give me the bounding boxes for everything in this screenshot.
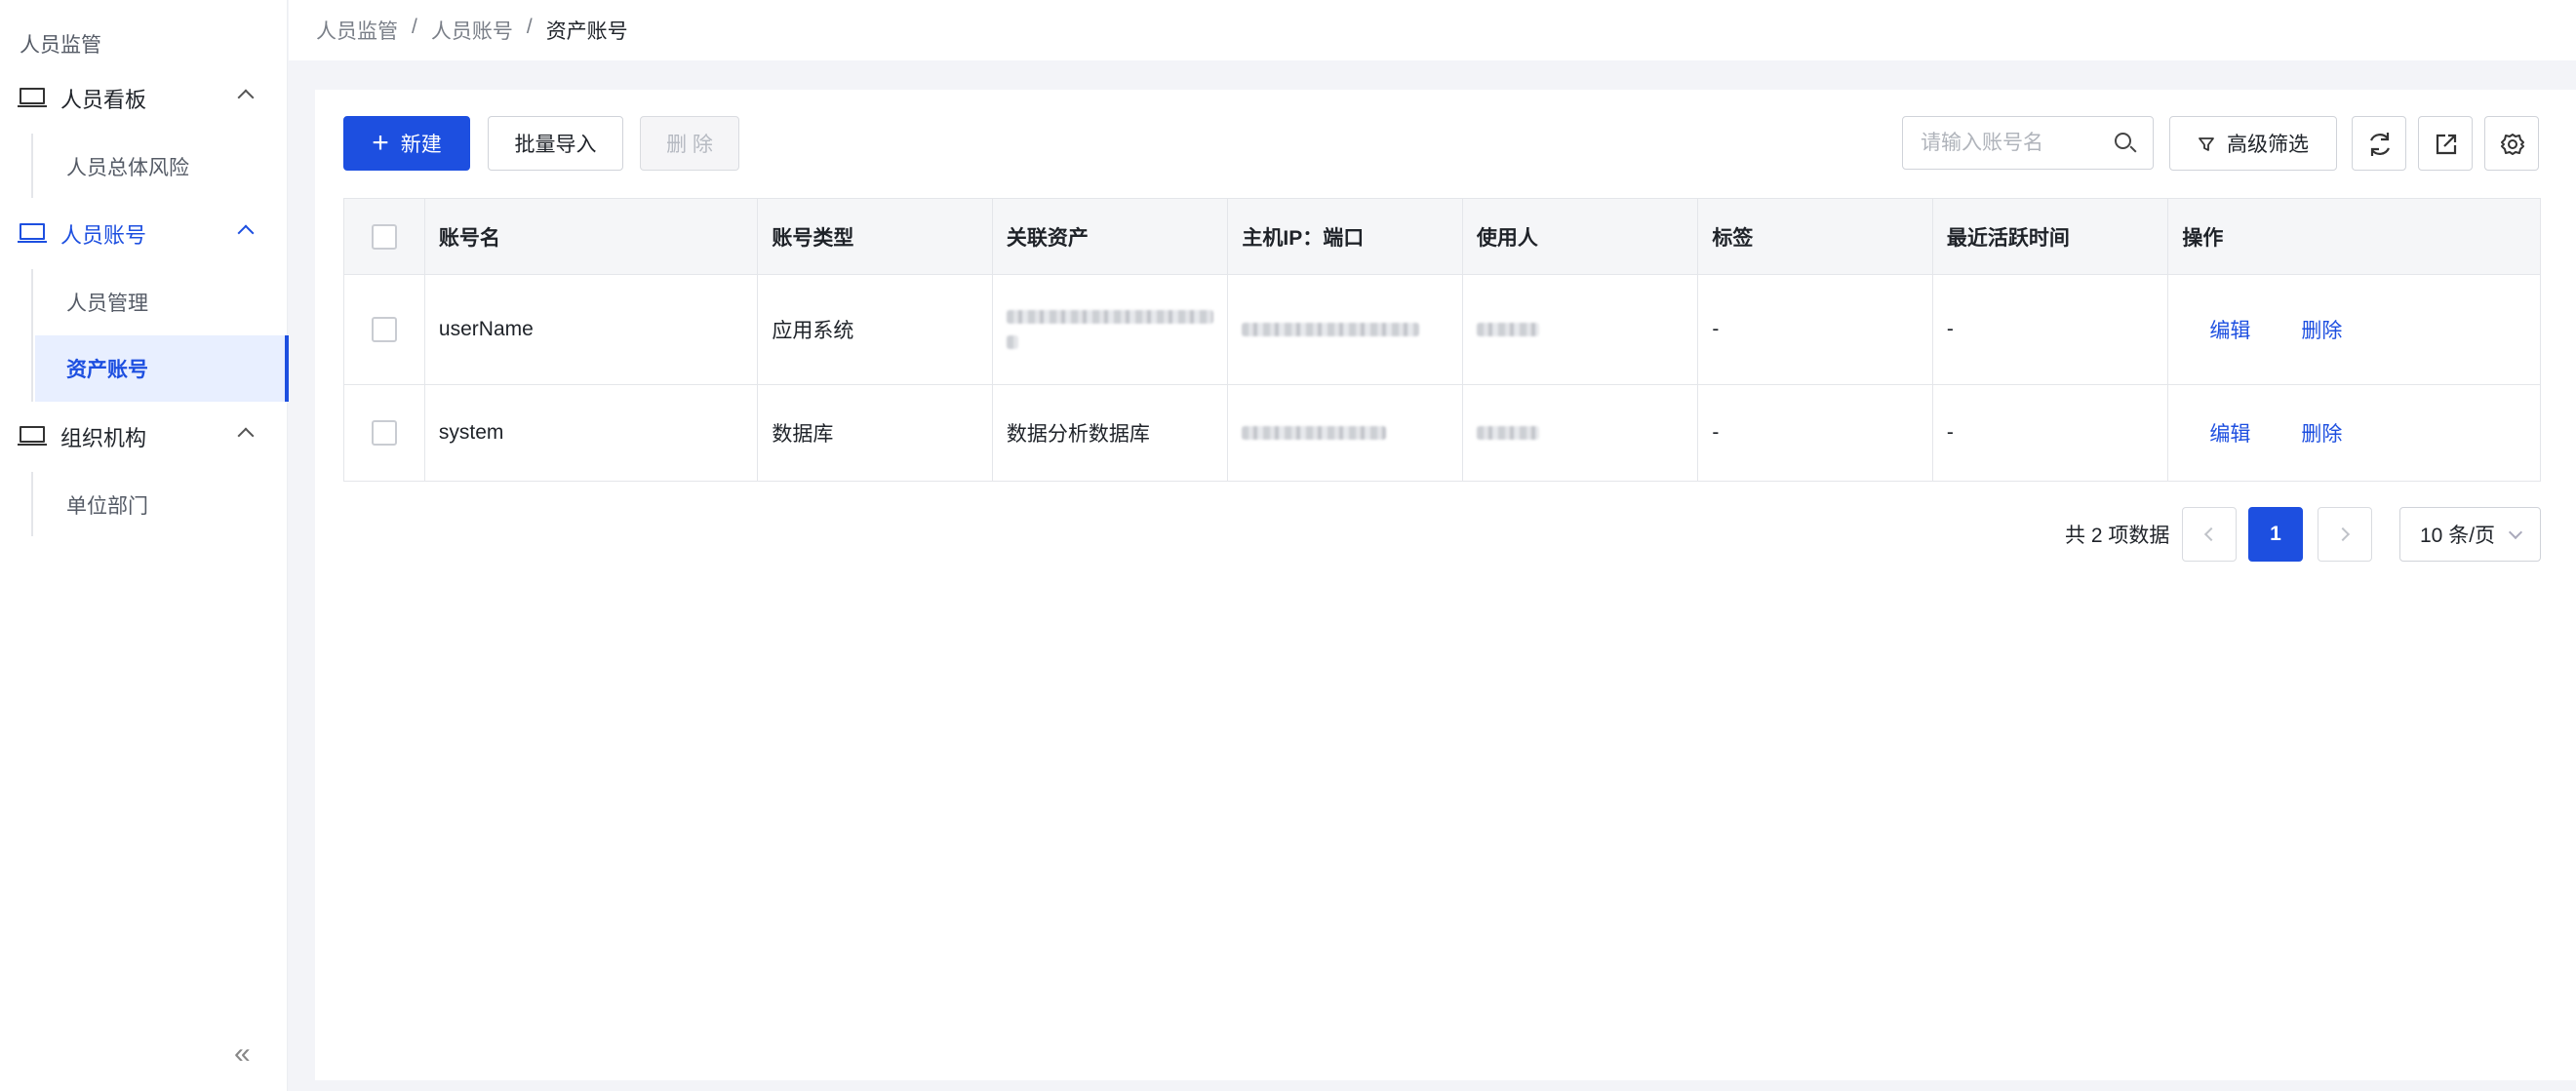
- account-type-cell: 数据库: [758, 385, 993, 481]
- breadcrumb-item[interactable]: 人员监管: [316, 16, 398, 45]
- row-checkbox[interactable]: [372, 317, 397, 342]
- breadcrumb: 人员监管 / 人员账号 / 资产账号: [316, 16, 628, 45]
- breadcrumb-current: 资产账号: [545, 20, 628, 43]
- refresh-icon: [2369, 133, 2391, 156]
- plus-icon: +: [372, 127, 389, 159]
- user-cell: [1463, 275, 1699, 384]
- account-name-cell: system: [425, 385, 759, 481]
- chevron-up-icon: [237, 89, 255, 106]
- breadcrumb-separator: /: [412, 16, 417, 38]
- user-cell: [1463, 385, 1699, 481]
- search-input[interactable]: [1921, 129, 2106, 158]
- sidebar-tree-line: [31, 134, 33, 198]
- sidebar-item-person-management[interactable]: 人员管理: [35, 269, 286, 335]
- delete-link[interactable]: 删除: [2301, 315, 2342, 344]
- sidebar-group-label: 组织机构: [60, 426, 147, 450]
- header-checkbox-cell: [344, 199, 425, 274]
- delete-link[interactable]: 删除: [2301, 418, 2342, 448]
- advanced-filter-label: 高级筛选: [2227, 134, 2309, 156]
- sidebar-item-asset-accounts[interactable]: 资产账号: [35, 335, 289, 402]
- new-button[interactable]: + 新建: [343, 116, 470, 171]
- chevron-down-icon: [2508, 525, 2523, 540]
- page-size-value: 10 条/页: [2420, 525, 2496, 547]
- advanced-filter-button[interactable]: 高级筛选: [2169, 116, 2337, 171]
- next-page-button[interactable]: [2318, 507, 2372, 562]
- last-active-cell: -: [1933, 385, 2169, 481]
- export-button[interactable]: [2418, 116, 2473, 171]
- redacted-host: [1242, 323, 1420, 336]
- chevron-left-icon: [2203, 526, 2219, 542]
- edit-link[interactable]: 编辑: [2209, 315, 2250, 344]
- sidebar-group-accounts[interactable]: 人员账号: [0, 201, 288, 267]
- column-header: 账号类型: [758, 199, 993, 274]
- redacted-host: [1242, 426, 1387, 440]
- batch-import-button[interactable]: 批量导入: [488, 116, 623, 171]
- sidebar-tree-line: [31, 472, 33, 536]
- column-header: 主机IP：端口: [1228, 199, 1463, 274]
- host-cell: [1228, 385, 1463, 481]
- account-name-cell: userName: [425, 275, 759, 384]
- monitor-icon: [18, 426, 47, 446]
- export-icon: [2436, 134, 2457, 155]
- redacted-asset: [1006, 310, 1213, 349]
- column-header: 账号名: [425, 199, 759, 274]
- account-type-cell: 应用系统: [758, 275, 993, 384]
- table-row: userName 应用系统 - - 编辑 删除: [344, 275, 2540, 385]
- page-size-select[interactable]: 10 条/页: [2399, 507, 2541, 562]
- sidebar-item-overall-risk[interactable]: 人员总体风险: [35, 134, 286, 200]
- search-icon[interactable]: [2115, 133, 2131, 149]
- accounts-table: 账号名 账号类型 关联资产 主机IP：端口 使用人 标签 最近活跃时间 操作 u…: [343, 198, 2541, 482]
- actions-cell: 编辑 删除: [2168, 385, 2540, 481]
- tag-cell: -: [1698, 275, 1933, 384]
- column-header: 标签: [1698, 199, 1933, 274]
- host-cell: [1228, 275, 1463, 384]
- chevron-right-icon: [2335, 526, 2351, 542]
- select-all-checkbox[interactable]: [372, 223, 397, 250]
- column-header: 操作: [2182, 226, 2224, 250]
- pagination-total: 共 2 项数据: [2065, 525, 2170, 547]
- filter-icon: [2199, 137, 2214, 151]
- gear-icon: [2501, 134, 2524, 155]
- sidebar-item-departments[interactable]: 单位部门: [35, 472, 286, 538]
- prev-page-button[interactable]: [2182, 507, 2237, 562]
- monitor-icon: [18, 223, 47, 243]
- sidebar-group-label: 人员看板: [60, 88, 147, 112]
- last-active-cell: -: [1933, 275, 2169, 384]
- asset-cell: [993, 275, 1229, 384]
- redacted-user: [1476, 323, 1539, 336]
- delete-button[interactable]: 删 除: [640, 116, 739, 171]
- sidebar-group-label: 人员账号: [60, 223, 147, 248]
- column-header: 使用人: [1463, 199, 1699, 274]
- row-checkbox-cell: [344, 385, 425, 481]
- column-header: 最近活跃时间: [1933, 199, 2169, 274]
- table-header-row: 账号名 账号类型 关联资产 主机IP：端口 使用人 标签 最近活跃时间 操作: [344, 199, 2540, 275]
- edit-link[interactable]: 编辑: [2209, 418, 2250, 448]
- chevron-up-icon: [237, 224, 255, 242]
- search-box: [1902, 116, 2154, 170]
- refresh-button[interactable]: [2352, 116, 2406, 171]
- asset-cell: 数据分析数据库: [993, 385, 1229, 481]
- header-bar: 人员监管 / 人员账号 / 资产账号: [289, 0, 2576, 60]
- page-number-current[interactable]: 1: [2248, 507, 2303, 562]
- sidebar-group-organization[interactable]: 组织机构: [0, 404, 288, 470]
- sidebar: 人员监管 人员看板 人员总体风险 人员账号 人员管理 资产账号 组织机构 单位部…: [0, 0, 289, 1091]
- row-checkbox[interactable]: [372, 420, 397, 446]
- tag-cell: -: [1698, 385, 1933, 481]
- breadcrumb-item[interactable]: 人员账号: [431, 16, 513, 45]
- sidebar-title: 人员监管: [20, 34, 101, 57]
- collapse-sidebar-icon[interactable]: «: [234, 1037, 251, 1071]
- sidebar-group-dashboard[interactable]: 人员看板: [0, 65, 288, 132]
- table-row: system 数据库 数据分析数据库 - - 编辑 删除: [344, 385, 2540, 481]
- breadcrumb-separator: /: [526, 16, 533, 38]
- column-header: 关联资产: [993, 199, 1229, 274]
- actions-cell: 编辑 删除: [2168, 275, 2540, 384]
- chevron-up-icon: [237, 427, 255, 445]
- redacted-user: [1476, 426, 1539, 440]
- monitor-icon: [18, 88, 47, 107]
- settings-button[interactable]: [2484, 116, 2539, 171]
- row-checkbox-cell: [344, 275, 425, 384]
- sidebar-tree-line: [31, 269, 33, 402]
- new-button-label: 新建: [400, 134, 442, 156]
